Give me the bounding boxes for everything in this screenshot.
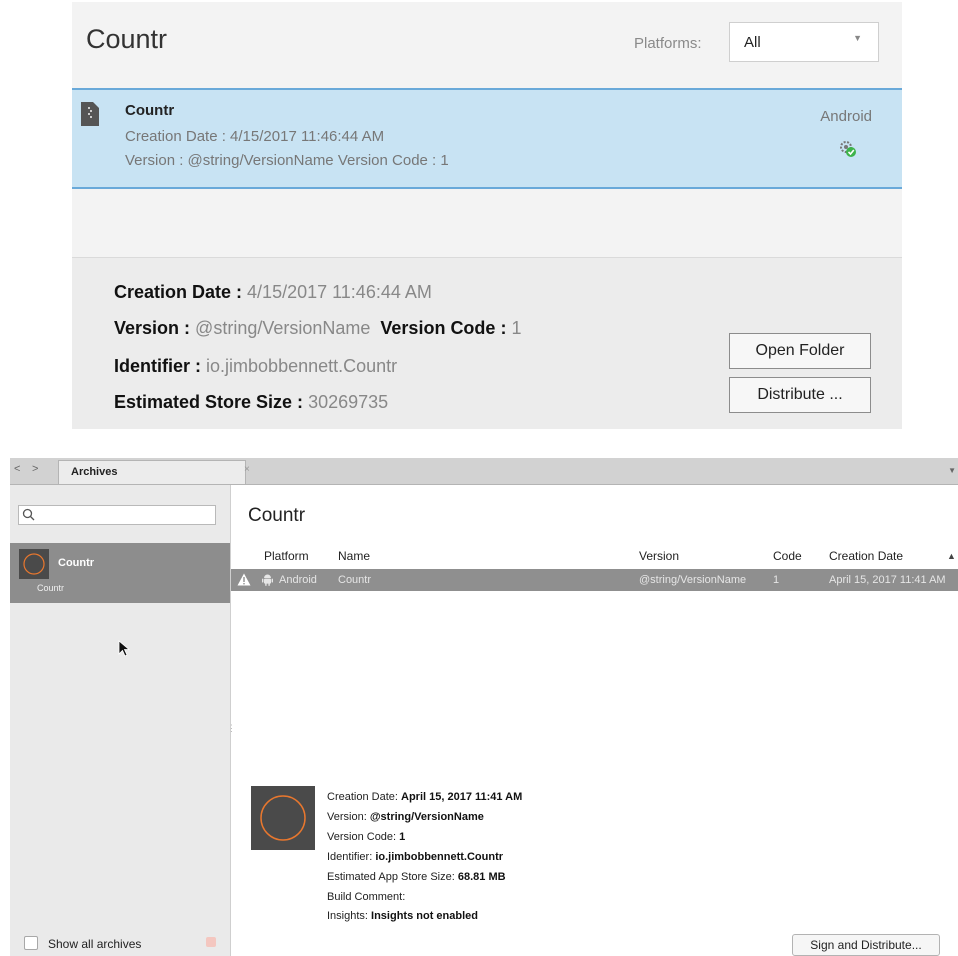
- detail-store-size: Estimated App Store Size: 68.81 MB: [327, 871, 506, 883]
- archive-name: Countr: [125, 102, 175, 119]
- archives-sidebar: Countr Countr Show all archives: [10, 485, 231, 956]
- archive-list-item[interactable]: Countr Creation Date : 4/15/2017 11:46:4…: [72, 88, 902, 189]
- detail-version-code: Version Code: 1: [327, 831, 406, 843]
- platforms-label: Platforms:: [634, 35, 702, 52]
- detail-identifier: Identifier : io.jimbobbennett.Countr: [114, 356, 398, 376]
- cell-platform: Android: [279, 574, 317, 586]
- platforms-dropdown[interactable]: All ▼: [729, 22, 879, 62]
- android-gear-icon: [840, 141, 856, 157]
- sidebar-item-label: Countr: [58, 557, 95, 569]
- app-icon: [19, 549, 49, 579]
- platforms-selected-value: All: [744, 34, 761, 51]
- archive-details: Creation Date : 4/15/2017 11:46:44 AM Ve…: [72, 258, 902, 429]
- distribute-button[interactable]: Distribute ...: [729, 377, 871, 413]
- table-row[interactable]: Android Countr @string/VersionName 1 Apr…: [231, 569, 958, 591]
- warning-icon: [237, 573, 251, 586]
- windows-archive-manager: Countr Platforms: All ▼ Countr Creation …: [72, 2, 902, 429]
- cursor-icon: [118, 640, 130, 657]
- archive-platform: Android: [820, 108, 872, 125]
- forward-arrow-icon[interactable]: >: [32, 463, 38, 475]
- splitter-handle[interactable]: ⋮: [227, 723, 236, 734]
- show-all-archives-checkbox[interactable]: [24, 936, 38, 950]
- mac-archives-window: < > Archives × ▼ Countr Countr Show all …: [10, 458, 958, 956]
- column-header-creation-date[interactable]: Creation Date: [829, 549, 903, 563]
- sidebar-item-sublabel: Countr: [37, 583, 65, 593]
- page-title: Countr: [86, 24, 168, 54]
- archive-version: Version : @string/VersionName Version Co…: [125, 152, 449, 169]
- close-icon[interactable]: ×: [244, 464, 250, 475]
- show-all-archives-label: Show all archives: [48, 937, 142, 951]
- page-title: Countr: [248, 505, 306, 526]
- archives-main: ⋮ Countr Platform Name Version Code Crea…: [227, 485, 958, 956]
- detail-version: Version : @string/VersionName Version Co…: [114, 318, 522, 338]
- detail-identifier: Identifier: io.jimbobbennett.Countr: [327, 851, 504, 863]
- cell-code: 1: [773, 574, 780, 586]
- cell-version: @string/VersionName: [639, 574, 747, 586]
- detail-store-size: Estimated Store Size : 30269735: [114, 392, 389, 412]
- tab-archives[interactable]: Archives: [58, 460, 246, 484]
- empty-list-area: [72, 189, 902, 258]
- android-icon: [262, 574, 273, 586]
- sidebar-item-countr[interactable]: Countr Countr: [10, 543, 230, 603]
- column-header-version[interactable]: Version: [639, 549, 679, 563]
- archive-header: Countr Platforms: All ▼: [72, 2, 902, 86]
- open-folder-button[interactable]: Open Folder: [729, 333, 871, 369]
- search-icon: [22, 508, 35, 521]
- tab-menu-icon[interactable]: ▼: [948, 466, 956, 475]
- status-badge: [206, 937, 216, 947]
- detail-version: Version: @string/VersionName: [327, 811, 484, 823]
- cell-creation-date: April 15, 2017 11:41 AM: [829, 574, 946, 586]
- sign-and-distribute-button[interactable]: Sign and Distribute...: [792, 934, 940, 956]
- archive-creation-date: Creation Date : 4/15/2017 11:46:44 AM: [125, 128, 385, 145]
- back-arrow-icon[interactable]: <: [14, 463, 20, 475]
- column-header-code[interactable]: Code: [773, 549, 802, 563]
- detail-insights: Insights: Insights not enabled: [327, 910, 478, 922]
- column-header-platform[interactable]: Platform: [264, 549, 309, 563]
- column-header-name[interactable]: Name: [338, 549, 370, 563]
- file-zip-icon: [81, 102, 99, 126]
- detail-creation-date: Creation Date : 4/15/2017 11:46:44 AM: [114, 282, 432, 302]
- tab-bar: < > Archives × ▼: [10, 458, 958, 485]
- sort-ascending-icon[interactable]: ▲: [947, 551, 956, 561]
- app-icon-large: [251, 786, 315, 850]
- search-input[interactable]: [18, 505, 216, 525]
- detail-creation-date: Creation Date: April 15, 2017 11:41 AM: [327, 791, 523, 803]
- cell-name: Countr: [338, 574, 372, 586]
- detail-build-comment: Build Comment:: [327, 891, 406, 903]
- tab-label: Archives: [71, 466, 118, 478]
- chevron-down-icon: ▼: [853, 33, 862, 43]
